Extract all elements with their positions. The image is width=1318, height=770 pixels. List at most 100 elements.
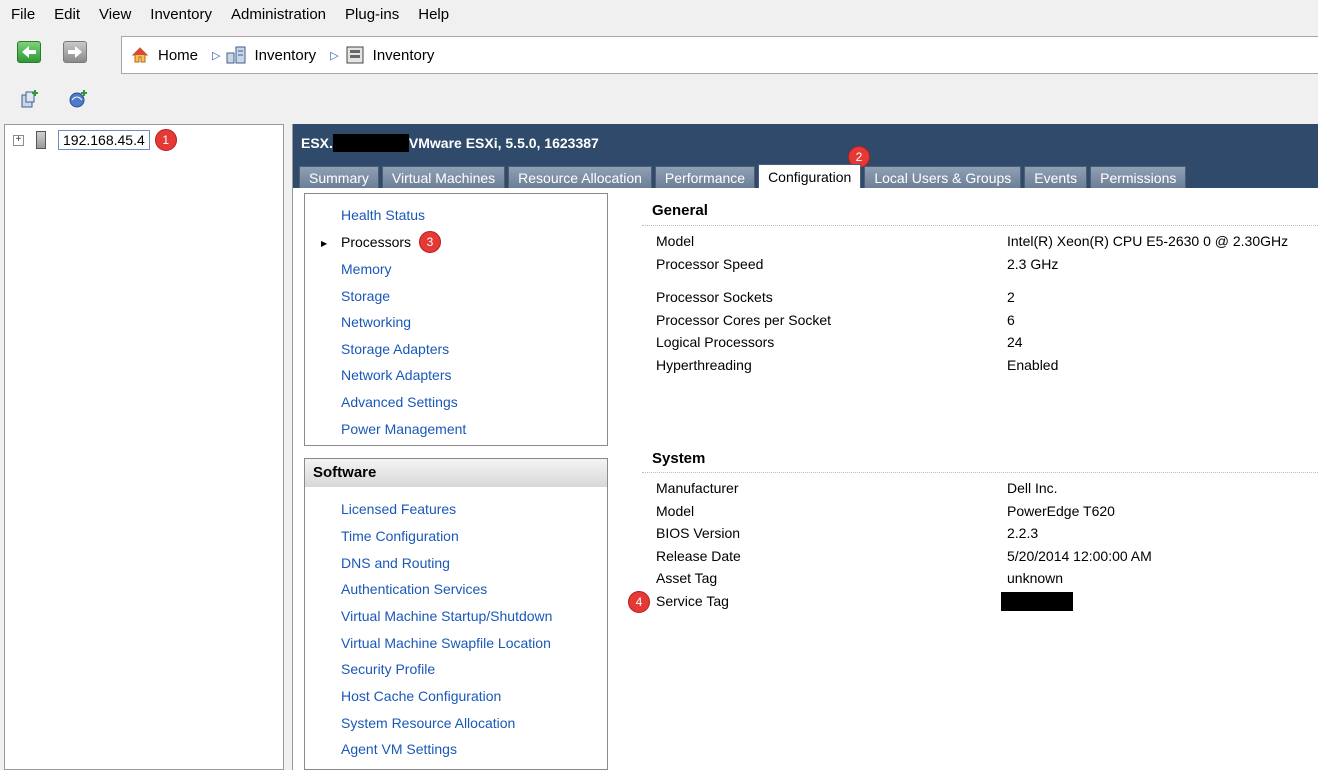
- service-tag-label: Service Tag: [656, 593, 729, 609]
- navigation-bar: Home ▷ Inventory ▷ Inventory: [0, 30, 1318, 76]
- tab-resource-allocation[interactable]: Resource Allocation: [508, 166, 652, 188]
- toolbar: [0, 84, 300, 116]
- inventory-tree: + 192.168.45.4 1: [4, 124, 284, 770]
- system-model-value: PowerEdge T620: [1007, 503, 1115, 519]
- link-agent-vm-settings[interactable]: Agent VM Settings: [341, 741, 457, 757]
- redacted-service-tag: [1001, 592, 1073, 611]
- link-vm-swapfile-location[interactable]: Virtual Machine Swapfile Location: [341, 635, 551, 651]
- step-badge-1: 1: [154, 129, 177, 151]
- software-menu: Licensed Features Time Configuration DNS…: [304, 487, 608, 770]
- link-licensed-features[interactable]: Licensed Features: [341, 501, 456, 517]
- breadcrumb-home-label: Home: [158, 46, 199, 64]
- step-badge-4: 4: [628, 591, 650, 613]
- forward-button[interactable]: [63, 41, 87, 63]
- menu-help[interactable]: Help: [415, 6, 452, 23]
- host-header: ESX. VMware ESXi, 5.5.0, 1623387 2 Summa…: [293, 124, 1318, 188]
- server-icon: [36, 131, 46, 149]
- logical-processors-value: 24: [1007, 334, 1023, 350]
- link-dns-routing[interactable]: DNS and Routing: [341, 555, 450, 571]
- bios-version-value: 2.2.3: [1007, 525, 1039, 541]
- chevron-right-icon: ▷: [330, 49, 339, 62]
- inventory-icon: [226, 45, 246, 65]
- link-networking[interactable]: Networking: [341, 314, 411, 330]
- breadcrumb: Home ▷ Inventory ▷ Inventory: [121, 36, 1318, 74]
- redacted-hostname: [332, 134, 409, 152]
- system-model-label: Model: [656, 503, 695, 519]
- cores-per-socket-label: Processor Cores per Socket: [656, 312, 832, 328]
- breadcrumb-home[interactable]: Home: [130, 45, 198, 65]
- link-power-management[interactable]: Power Management: [341, 421, 466, 437]
- back-button[interactable]: [17, 41, 41, 63]
- host-title-prefix: ESX.: [301, 135, 333, 151]
- host-label[interactable]: 192.168.45.4: [58, 130, 150, 150]
- tab-virtual-machines[interactable]: Virtual Machines: [381, 166, 506, 188]
- menu-file[interactable]: File: [8, 6, 38, 23]
- link-time-configuration[interactable]: Time Configuration: [341, 528, 459, 544]
- link-vm-startup-shutdown[interactable]: Virtual Machine Startup/Shutdown: [341, 608, 552, 624]
- processor-speed-value: 2.3 GHz: [1007, 256, 1059, 272]
- asset-tag-label: Asset Tag: [656, 570, 718, 586]
- tab-events[interactable]: Events: [1024, 166, 1088, 188]
- release-date-label: Release Date: [656, 548, 741, 564]
- asset-tag-value: unknown: [1007, 570, 1064, 586]
- host-details-panel: ESX. VMware ESXi, 5.5.0, 1623387 2 Summa…: [292, 124, 1318, 770]
- link-storage[interactable]: Storage: [341, 288, 390, 304]
- link-system-resource-allocation[interactable]: System Resource Allocation: [341, 715, 515, 731]
- home-icon: [130, 45, 150, 65]
- current-item-arrow-icon: ▶: [321, 239, 328, 248]
- step-badge-3: 3: [419, 231, 441, 253]
- host-title: ESX. VMware ESXi, 5.5.0, 1623387: [301, 134, 599, 152]
- link-advanced-settings[interactable]: Advanced Settings: [341, 394, 458, 410]
- manufacturer-value: Dell Inc.: [1007, 480, 1058, 496]
- system-section-title: System: [652, 450, 706, 467]
- tab-bar: Summary Virtual Machines Resource Alloca…: [299, 164, 1189, 188]
- link-authentication-services[interactable]: Authentication Services: [341, 581, 487, 597]
- breadcrumb-host-inventory-label: Inventory: [372, 46, 435, 64]
- logical-processors-label: Logical Processors: [656, 334, 775, 350]
- link-security-profile[interactable]: Security Profile: [341, 661, 435, 677]
- processor-speed-label: Processor Speed: [656, 256, 764, 272]
- breadcrumb-host-inventory[interactable]: ▷ Inventory: [330, 45, 434, 65]
- software-section-header: Software: [304, 458, 608, 488]
- add-cluster-icon[interactable]: [68, 89, 88, 109]
- link-health-status[interactable]: Health Status: [341, 207, 425, 223]
- general-model-value: Intel(R) Xeon(R) CPU E5-2630 0 @ 2.30GHz: [1007, 233, 1289, 249]
- menu-edit[interactable]: Edit: [51, 6, 83, 23]
- section-divider: [642, 225, 1318, 226]
- processor-sockets-value: 2: [1007, 289, 1015, 305]
- tree-node-host[interactable]: + 192.168.45.4 1: [13, 129, 177, 151]
- breadcrumb-inventory[interactable]: ▷ Inventory: [212, 45, 316, 65]
- arrow-right-icon: [68, 46, 82, 58]
- link-network-adapters[interactable]: Network Adapters: [341, 367, 452, 383]
- hardware-menu: Health Status ▶ Processors 3 Memory Stor…: [304, 193, 608, 446]
- menu-view[interactable]: View: [96, 6, 134, 23]
- section-divider: [642, 472, 1318, 473]
- bios-version-label: BIOS Version: [656, 525, 741, 541]
- general-model-label: Model: [656, 233, 695, 249]
- tab-summary[interactable]: Summary: [299, 166, 379, 188]
- link-storage-adapters[interactable]: Storage Adapters: [341, 341, 449, 357]
- release-date-value: 5/20/2014 12:00:00 AM: [1007, 548, 1152, 564]
- menu-plugins[interactable]: Plug-ins: [342, 6, 402, 23]
- menu-inventory[interactable]: Inventory: [147, 6, 215, 23]
- general-section-title: General: [652, 202, 708, 219]
- tab-permissions[interactable]: Permissions: [1090, 166, 1187, 188]
- tab-local-users-groups[interactable]: Local Users & Groups: [864, 166, 1022, 188]
- expand-icon[interactable]: +: [13, 134, 24, 146]
- tab-configuration[interactable]: Configuration: [758, 164, 862, 188]
- link-host-cache-configuration[interactable]: Host Cache Configuration: [341, 688, 501, 704]
- add-host-icon[interactable]: [20, 89, 40, 109]
- host-title-suffix: VMware ESXi, 5.5.0, 1623387: [408, 135, 599, 151]
- processor-sockets-label: Processor Sockets: [656, 289, 773, 305]
- cores-per-socket-value: 6: [1007, 312, 1015, 328]
- tab-performance[interactable]: Performance: [654, 166, 756, 188]
- breadcrumb-inventory-label: Inventory: [254, 46, 317, 64]
- link-memory[interactable]: Memory: [341, 261, 392, 277]
- hyperthreading-value: Enabled: [1007, 357, 1059, 373]
- host-inventory-icon: [345, 45, 365, 65]
- menu-administration[interactable]: Administration: [228, 6, 329, 23]
- chevron-right-icon: ▷: [212, 49, 221, 62]
- link-processors[interactable]: Processors: [341, 234, 411, 250]
- arrow-left-icon: [22, 46, 36, 58]
- menu-bar: File Edit View Inventory Administration …: [0, 0, 1318, 28]
